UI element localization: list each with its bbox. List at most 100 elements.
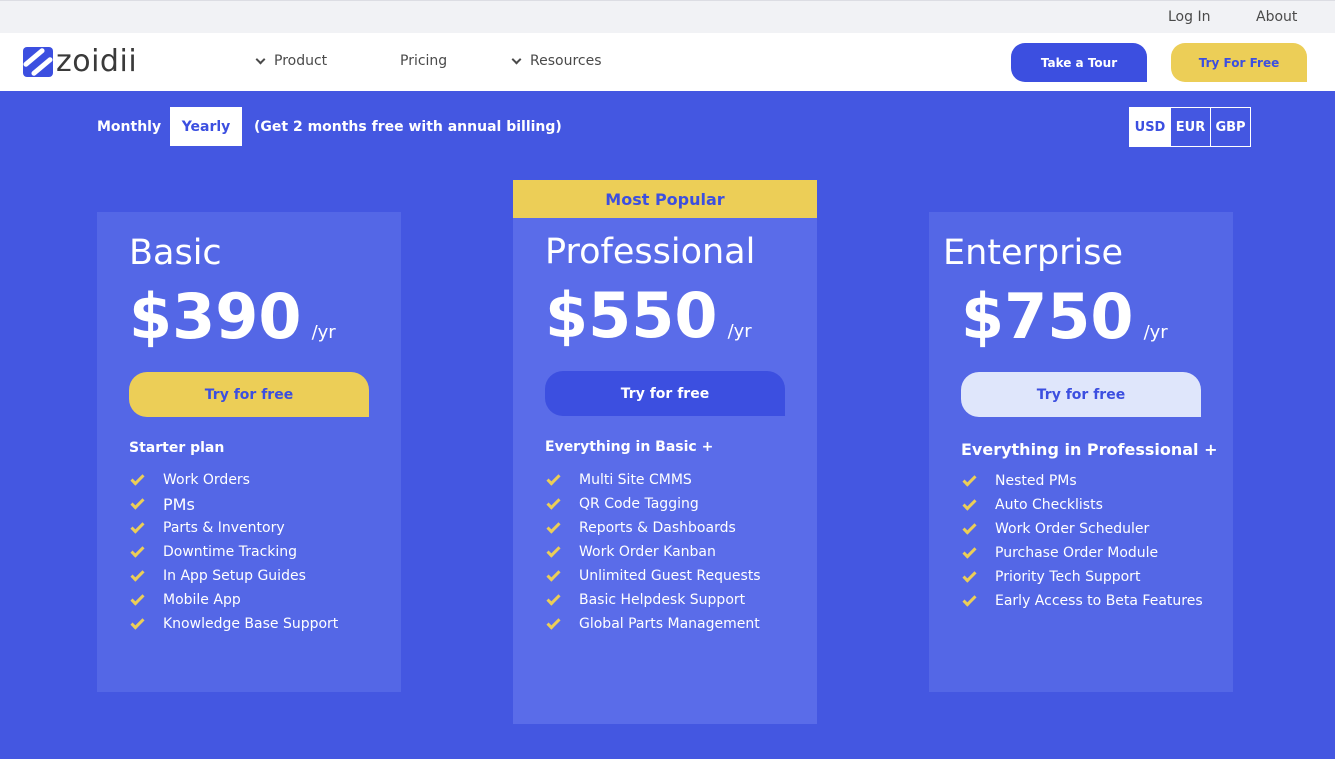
billing-monthly-option[interactable]: Monthly — [97, 107, 170, 146]
feature-label: Work Order Kanban — [579, 544, 716, 560]
feature-label: In App Setup Guides — [163, 568, 306, 584]
list-item: Global Parts Management — [545, 612, 761, 636]
check-icon — [130, 590, 145, 606]
plan-name-professional: Professional — [545, 232, 756, 272]
try-for-free-button[interactable]: Try For Free — [1171, 43, 1307, 82]
feature-label: Knowledge Base Support — [163, 616, 339, 632]
price-period: /yr — [1143, 322, 1168, 343]
feature-label: Mobile App — [163, 592, 241, 608]
feature-label: Priority Tech Support — [995, 569, 1141, 585]
list-item: Auto Checklists — [961, 493, 1203, 517]
feature-label: Downtime Tracking — [163, 544, 298, 560]
login-link[interactable]: Log In — [1168, 9, 1210, 25]
currency-gbp[interactable]: GBP — [1210, 108, 1250, 146]
check-icon — [130, 470, 145, 486]
plan-price-enterprise: $750 /yr — [961, 280, 1168, 353]
list-item: Reports & Dashboards — [545, 516, 761, 540]
list-item: Work Order Scheduler — [961, 517, 1203, 541]
check-icon — [546, 542, 561, 558]
list-item: Nested PMs — [961, 469, 1203, 493]
feature-label: Work Order Scheduler — [995, 521, 1150, 537]
currency-selector: USD EUR GBP — [1129, 107, 1251, 147]
feature-label: Auto Checklists — [995, 497, 1103, 513]
list-item: Knowledge Base Support — [129, 612, 338, 636]
utility-bar: Log In About — [0, 0, 1335, 33]
check-icon — [962, 543, 977, 559]
chevron-down-icon — [255, 54, 266, 64]
logo[interactable]: zoidii — [23, 46, 137, 78]
currency-usd[interactable]: USD — [1130, 108, 1170, 146]
feature-label: Work Orders — [163, 472, 250, 488]
plan-price-basic: $390 /yr — [129, 280, 336, 353]
check-icon — [130, 518, 145, 534]
check-icon — [962, 471, 977, 487]
check-icon — [962, 591, 977, 607]
feature-label: QR Code Tagging — [579, 496, 699, 512]
basic-try-free-button[interactable]: Try for free — [129, 372, 369, 417]
list-item: Priority Tech Support — [961, 565, 1203, 589]
feature-label: Global Parts Management — [579, 616, 760, 632]
take-a-tour-button[interactable]: Take a Tour — [1011, 43, 1147, 82]
plan-name-enterprise: Enterprise — [943, 233, 1124, 273]
check-icon — [546, 590, 561, 606]
list-item: Work Order Kanban — [545, 540, 761, 564]
check-icon — [962, 495, 977, 511]
feature-list-professional: Multi Site CMMS QR Code Tagging Reports … — [545, 468, 761, 636]
check-icon — [130, 494, 145, 510]
feature-label: Nested PMs — [995, 473, 1077, 489]
nav-resources[interactable]: Resources — [511, 53, 602, 69]
feature-list-basic: Work Orders PMs Parts & Inventory Downti… — [129, 468, 338, 636]
price-amount: $390 — [129, 280, 302, 353]
price-amount: $750 — [961, 280, 1134, 353]
list-item: Unlimited Guest Requests — [545, 564, 761, 588]
feature-list-enterprise: Nested PMs Auto Checklists Work Order Sc… — [961, 469, 1203, 613]
features-title-basic: Starter plan — [129, 440, 225, 456]
list-item: Basic Helpdesk Support — [545, 588, 761, 612]
list-item: In App Setup Guides — [129, 564, 338, 588]
check-icon — [130, 542, 145, 558]
check-icon — [130, 614, 145, 630]
feature-label: Multi Site CMMS — [579, 472, 692, 488]
check-icon — [962, 567, 977, 583]
nav-resources-label: Resources — [530, 53, 602, 69]
nav-product[interactable]: Product — [255, 53, 327, 69]
feature-label: Unlimited Guest Requests — [579, 568, 761, 584]
feature-label: Purchase Order Module — [995, 545, 1159, 561]
check-icon — [546, 566, 561, 582]
list-item: PMs — [129, 492, 338, 516]
enterprise-try-free-button[interactable]: Try for free — [961, 372, 1201, 417]
list-item: Mobile App — [129, 588, 338, 612]
feature-label: Parts & Inventory — [163, 520, 285, 536]
check-icon — [546, 614, 561, 630]
nav-pricing[interactable]: Pricing — [400, 53, 447, 69]
billing-toggle: Monthly Yearly (Get 2 months free with a… — [97, 107, 562, 146]
about-link[interactable]: About — [1256, 9, 1297, 25]
list-item: QR Code Tagging — [545, 492, 761, 516]
chevron-down-icon — [511, 54, 522, 64]
most-popular-badge: Most Popular — [513, 180, 817, 218]
check-icon — [546, 494, 561, 510]
logo-text: zoidii — [56, 44, 138, 79]
billing-yearly-option[interactable]: Yearly — [170, 107, 242, 146]
price-amount: $550 — [545, 279, 718, 352]
professional-try-free-button[interactable]: Try for free — [545, 371, 785, 416]
check-icon — [130, 566, 145, 582]
features-title-enterprise: Everything in Professional + — [961, 440, 1218, 459]
feature-label: PMs — [163, 494, 195, 514]
main-navbar: zoidii Product Pricing Resources Take a … — [0, 33, 1335, 91]
check-icon — [546, 470, 561, 486]
currency-eur[interactable]: EUR — [1170, 108, 1210, 146]
list-item: Downtime Tracking — [129, 540, 338, 564]
list-item: Purchase Order Module — [961, 541, 1203, 565]
feature-label: Basic Helpdesk Support — [579, 592, 746, 608]
list-item: Multi Site CMMS — [545, 468, 761, 492]
list-item: Parts & Inventory — [129, 516, 338, 540]
price-period: /yr — [311, 322, 336, 343]
nav-pricing-label: Pricing — [400, 53, 448, 69]
list-item: Work Orders — [129, 468, 338, 492]
feature-label: Reports & Dashboards — [579, 520, 736, 536]
feature-label: Early Access to Beta Features — [995, 593, 1203, 609]
price-period: /yr — [727, 321, 752, 342]
plan-name-basic: Basic — [129, 233, 222, 273]
check-icon — [962, 519, 977, 535]
